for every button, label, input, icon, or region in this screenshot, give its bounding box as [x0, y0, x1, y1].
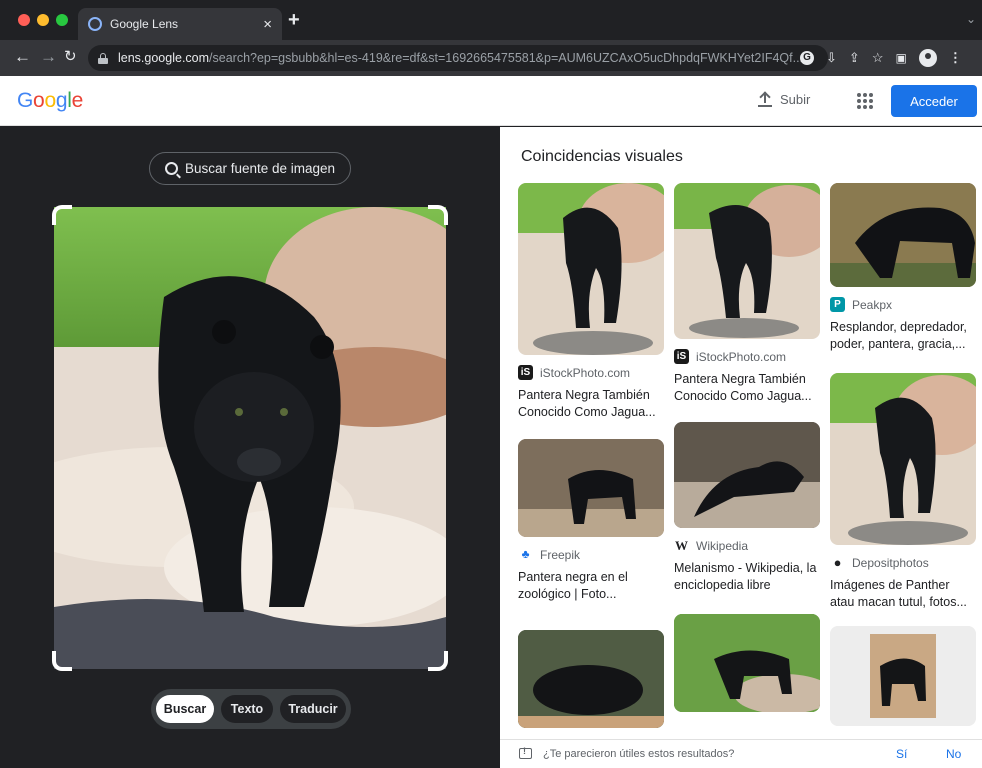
istockphoto-logo-icon: iS: [518, 365, 533, 380]
forward-arrow-icon[interactable]: →: [40, 47, 57, 67]
browser-tab-bar: Google Lens × + ⌄: [0, 0, 982, 40]
result-source-name: Wikipedia: [696, 538, 749, 553]
result-source-name: Freepik: [540, 547, 581, 562]
depositphotos-logo-icon: ●: [830, 555, 845, 570]
profile-avatar-icon[interactable]: [918, 49, 937, 67]
upload-icon: [758, 90, 772, 107]
wikipedia-logo-icon: W: [674, 538, 689, 553]
back-arrow-icon[interactable]: ←: [14, 47, 31, 67]
side-panel-icon[interactable]: ▣: [895, 48, 906, 68]
toolbar-icons: G ⇩ ⇪ ☆ ▣ ⋮: [800, 48, 962, 68]
result-source: iS iStockPhoto.com: [674, 349, 820, 364]
result-source: ♣ Freepik: [518, 547, 664, 562]
result-source-name: Peakpx: [852, 297, 893, 312]
crop-handle-top-left[interactable]: [52, 205, 72, 225]
mode-text-tab[interactable]: Texto: [221, 695, 273, 723]
window-controls: [18, 14, 68, 26]
result-source: ● Depositphotos: [830, 555, 976, 570]
result-caption: Imágenes de Panther atau macan tutul, fo…: [830, 578, 967, 609]
install-app-icon[interactable]: ⇩: [826, 48, 837, 68]
result-caption: Pantera Negra También Conocido Como Jagu…: [518, 388, 656, 419]
visual-matches-pane: Coincidencias visuales iS iStockPhoto.co…: [500, 127, 982, 768]
query-panther-image[interactable]: [54, 207, 446, 669]
result-thumbnail: [518, 439, 664, 537]
feedback-yes-button[interactable]: Sí: [896, 747, 907, 761]
result-thumbnail: [518, 183, 664, 355]
result-card[interactable]: iS iStockPhoto.com Pantera Negra También…: [518, 183, 664, 421]
bookmark-star-icon[interactable]: ☆: [872, 48, 884, 68]
browser-tab[interactable]: Google Lens ×: [78, 8, 282, 40]
url-host: lens.google.com: [118, 51, 210, 65]
freepik-logo-icon: ♣: [518, 547, 533, 562]
result-thumbnail: [518, 630, 664, 728]
maximize-window-button[interactable]: [56, 14, 68, 26]
close-window-button[interactable]: [18, 14, 30, 26]
result-card[interactable]: [518, 630, 664, 728]
find-image-source-button[interactable]: Buscar fuente de imagen: [149, 152, 351, 185]
result-thumbnail: [830, 183, 976, 287]
result-card[interactable]: [830, 626, 976, 726]
result-card[interactable]: ♣ Freepik Pantera negra en el zoológico …: [518, 439, 664, 603]
visual-matches-title: Coincidencias visuales: [521, 148, 683, 165]
feedback-question: ¿Te parecieron útiles estos resultados?: [543, 748, 735, 760]
google-lens-badge-icon[interactable]: G: [800, 51, 814, 65]
google-logo[interactable]: Google: [17, 89, 83, 113]
result-card[interactable]: ● Depositphotos Imágenes de Panther atau…: [830, 373, 976, 611]
sign-in-button[interactable]: Acceder: [891, 85, 977, 117]
browser-menu-icon[interactable]: ⋮: [949, 48, 962, 68]
result-caption: Pantera Negra También Conocido Como Jagu…: [674, 372, 812, 403]
new-tab-button[interactable]: +: [288, 9, 300, 32]
crop-handle-bottom-left[interactable]: [52, 651, 72, 671]
google-header: Google Subir Acceder: [0, 76, 982, 126]
google-apps-grid-icon[interactable]: [857, 93, 873, 109]
mode-translate-tab[interactable]: Traducir: [280, 695, 346, 723]
feedback-icon: [519, 746, 532, 759]
url-path: /search?ep=gsbubb&hl=es-419&re=df&st=169…: [209, 51, 804, 65]
result-thumbnail: [830, 626, 976, 726]
crop-handle-top-right[interactable]: [428, 205, 448, 225]
upload-button[interactable]: Subir: [758, 90, 811, 107]
result-source-name: iStockPhoto.com: [540, 365, 631, 380]
tab-search-chevron-icon[interactable]: ⌄: [966, 12, 976, 26]
url-text[interactable]: lens.google.com/search?ep=gsbubb&hl=es-4…: [118, 51, 803, 65]
lens-search-icon: [164, 162, 178, 175]
result-card[interactable]: P Peakpx Resplandor, depredador, poder, …: [830, 183, 976, 353]
result-thumbnail: [830, 373, 976, 545]
result-caption: Pantera negra en el zoológico | Foto...: [518, 570, 628, 601]
result-source: W Wikipedia: [674, 538, 820, 553]
feedback-no-button[interactable]: No: [946, 747, 961, 761]
tab-close-icon[interactable]: ×: [263, 16, 272, 33]
result-source-name: Depositphotos: [852, 555, 929, 570]
result-caption: Melanismo - Wikipedia, la enciclopedia l…: [674, 561, 817, 592]
find-image-source-label: Buscar fuente de imagen: [184, 161, 336, 176]
result-card[interactable]: [674, 614, 820, 712]
address-bar[interactable]: lens.google.com/search?ep=gsbubb&hl=es-4…: [88, 45, 828, 71]
result-card[interactable]: W Wikipedia Melanismo - Wikipedia, la en…: [674, 422, 820, 594]
result-caption: Resplandor, depredador, poder, pantera, …: [830, 320, 967, 351]
result-card[interactable]: iS iStockPhoto.com Pantera Negra También…: [674, 183, 820, 405]
crop-handle-bottom-right[interactable]: [428, 651, 448, 671]
reload-icon[interactable]: ↻: [64, 47, 77, 65]
result-source: iS iStockPhoto.com: [518, 365, 664, 380]
result-thumbnail: [674, 614, 820, 712]
peakpx-logo-icon: P: [830, 297, 845, 312]
lock-icon: [98, 52, 108, 64]
result-source: P Peakpx: [830, 297, 976, 312]
browser-toolbar: ← → ↻ lens.google.com/search?ep=gsbubb&h…: [0, 40, 982, 76]
feedback-bar: ¿Te parecieron útiles estos resultados? …: [500, 739, 982, 768]
query-image-pane: Buscar fuente de imagen Buscar Texto Tra…: [0, 127, 500, 768]
minimize-window-button[interactable]: [37, 14, 49, 26]
share-icon[interactable]: ⇪: [849, 48, 860, 68]
result-thumbnail: [674, 422, 820, 528]
istockphoto-logo-icon: iS: [674, 349, 689, 364]
result-thumbnail: [674, 183, 820, 339]
lens-mode-switcher: Buscar Texto Traducir: [151, 689, 351, 729]
lens-favicon-icon: [88, 17, 102, 31]
result-source-name: iStockPhoto.com: [696, 349, 787, 364]
mode-search-tab[interactable]: Buscar: [156, 695, 214, 723]
tab-title: Google Lens: [110, 17, 179, 31]
upload-label: Subir: [780, 92, 811, 107]
